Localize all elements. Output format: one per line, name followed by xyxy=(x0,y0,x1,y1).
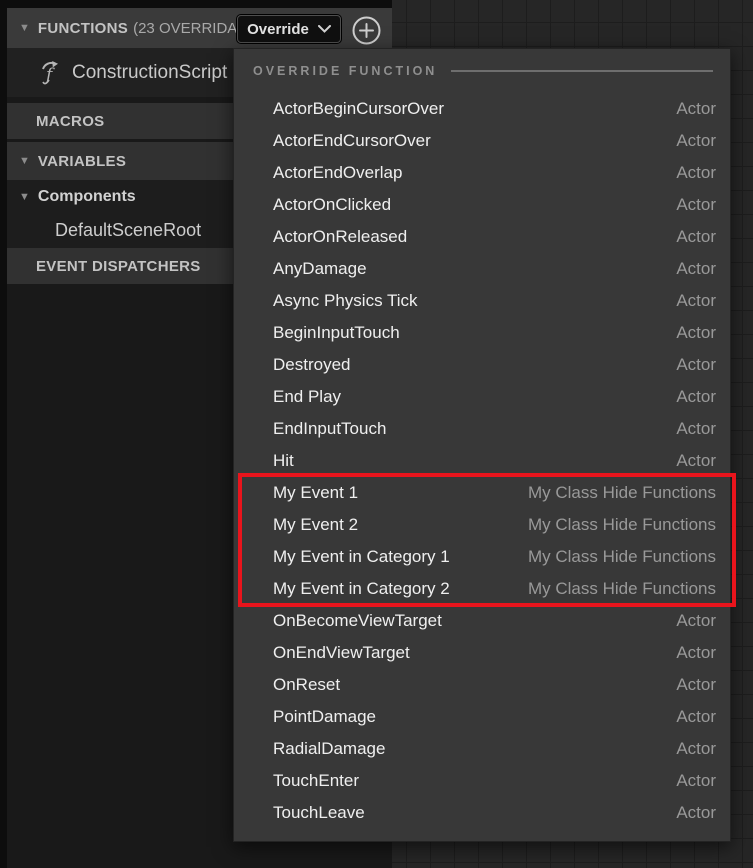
function-owner-class: Actor xyxy=(676,739,716,759)
override-function-item[interactable]: Destroyed Actor xyxy=(234,349,730,381)
function-name: ActorEndOverlap xyxy=(273,163,676,183)
override-function-item[interactable]: EndInputTouch Actor xyxy=(234,413,730,445)
function-name: ActorBeginCursorOver xyxy=(273,99,676,119)
function-name: My Event in Category 1 xyxy=(273,547,528,567)
header-rule xyxy=(451,70,713,72)
chevron-down-icon: ▼ xyxy=(19,156,30,167)
override-button-label: Override xyxy=(247,21,309,38)
function-owner-class: Actor xyxy=(676,451,716,471)
override-function-item[interactable]: ActorOnClicked Actor xyxy=(234,189,730,221)
functions-header-title: FUNCTIONS xyxy=(38,20,128,37)
components-category-label: Components xyxy=(38,188,136,206)
override-function-item[interactable]: My Event in Category 1 My Class Hide Fun… xyxy=(234,541,730,573)
function-owner-class: Actor xyxy=(676,643,716,663)
override-function-item[interactable]: BeginInputTouch Actor xyxy=(234,317,730,349)
function-name: OnEndViewTarget xyxy=(273,643,676,663)
function-name: Hit xyxy=(273,451,676,471)
override-function-item[interactable]: My Event in Category 2 My Class Hide Fun… xyxy=(234,573,730,605)
functions-overridable-count: (23 OVERRIDABLE) xyxy=(133,20,236,37)
override-function-item[interactable]: ActorEndOverlap Actor xyxy=(234,157,730,189)
override-function-item[interactable]: Hit Actor xyxy=(234,445,730,477)
function-owner-class: My Class Hide Functions xyxy=(528,515,716,535)
override-function-item[interactable]: End Play Actor xyxy=(234,381,730,413)
override-function-item[interactable]: My Event 2 My Class Hide Functions xyxy=(234,509,730,541)
function-name: TouchEnter xyxy=(273,771,676,791)
function-owner-class: Actor xyxy=(676,803,716,823)
function-name: TouchLeave xyxy=(273,803,676,823)
macros-header-title: MACROS xyxy=(36,113,104,130)
function-name: OnReset xyxy=(273,675,676,695)
panel-edge-top xyxy=(0,0,392,8)
override-function-item[interactable]: My Event 1 My Class Hide Functions xyxy=(234,477,730,509)
add-function-button[interactable] xyxy=(351,15,382,46)
chevron-down-icon xyxy=(318,25,331,33)
function-name: ActorOnClicked xyxy=(273,195,676,215)
override-function-item[interactable]: OnReset Actor xyxy=(234,669,730,701)
override-function-item[interactable]: OnEndViewTarget Actor xyxy=(234,637,730,669)
function-name: AnyDamage xyxy=(273,259,676,279)
override-function-item[interactable]: ActorBeginCursorOver Actor xyxy=(234,93,730,125)
override-function-item[interactable]: TouchLeave Actor xyxy=(234,797,730,829)
function-owner-class: My Class Hide Functions xyxy=(528,547,716,567)
blueprint-editor-canvas: ▼ FUNCTIONS (23 OVERRIDABLE) f Construct… xyxy=(0,0,753,868)
function-owner-class: Actor xyxy=(676,163,716,183)
function-name: End Play xyxy=(273,387,676,407)
function-owner-class: My Class Hide Functions xyxy=(528,483,716,503)
function-owner-class: Actor xyxy=(676,227,716,247)
function-name: My Event in Category 2 xyxy=(273,579,528,599)
override-function-item[interactable]: Async Physics Tick Actor xyxy=(234,285,730,317)
function-name: RadialDamage xyxy=(273,739,676,759)
function-owner-class: Actor xyxy=(676,355,716,375)
override-function-item[interactable]: OnBecomeViewTarget Actor xyxy=(234,605,730,637)
override-function-menu: OVERRIDE FUNCTION ActorBeginCursorOver A… xyxy=(233,48,731,842)
function-name: My Event 1 xyxy=(273,483,528,503)
function-owner-class: Actor xyxy=(676,259,716,279)
override-function-item[interactable]: PointDamage Actor xyxy=(234,701,730,733)
override-function-item[interactable]: AnyDamage Actor xyxy=(234,253,730,285)
function-owner-class: Actor xyxy=(676,323,716,343)
function-owner-class: My Class Hide Functions xyxy=(528,579,716,599)
function-owner-class: Actor xyxy=(676,611,716,631)
function-name: BeginInputTouch xyxy=(273,323,676,343)
function-owner-class: Actor xyxy=(676,419,716,439)
function-name: Async Physics Tick xyxy=(273,291,676,311)
function-owner-class: Actor xyxy=(676,99,716,119)
override-function-item[interactable]: RadialDamage Actor xyxy=(234,733,730,765)
function-name: ActorEndCursorOver xyxy=(273,131,676,151)
override-function-list: ActorBeginCursorOver Actor ActorEndCurso… xyxy=(234,93,730,829)
function-owner-class: Actor xyxy=(676,387,716,407)
override-function-menu-title: OVERRIDE FUNCTION xyxy=(253,64,437,78)
override-dropdown-button[interactable]: Override xyxy=(236,14,342,44)
variables-header-title: VARIABLES xyxy=(38,153,126,170)
override-function-item[interactable]: ActorOnReleased Actor xyxy=(234,221,730,253)
function-name: PointDamage xyxy=(273,707,676,727)
override-function-item[interactable]: TouchEnter Actor xyxy=(234,765,730,797)
function-owner-class: Actor xyxy=(676,675,716,695)
plus-circle-icon xyxy=(351,15,382,46)
event-dispatchers-header-title: EVENT DISPATCHERS xyxy=(36,258,201,275)
function-owner-class: Actor xyxy=(676,291,716,311)
override-function-menu-header: OVERRIDE FUNCTION xyxy=(234,49,730,93)
chevron-down-icon: ▼ xyxy=(19,23,30,34)
function-name: OnBecomeViewTarget xyxy=(273,611,676,631)
svg-text:f: f xyxy=(44,65,55,85)
function-owner-class: Actor xyxy=(676,707,716,727)
function-name: Destroyed xyxy=(273,355,676,375)
function-name: ActorOnReleased xyxy=(273,227,676,247)
default-scene-root-label: DefaultSceneRoot xyxy=(55,220,201,241)
function-name: My Event 2 xyxy=(273,515,528,535)
function-owner-class: Actor xyxy=(676,131,716,151)
chevron-down-icon: ▼ xyxy=(19,192,30,203)
panel-edge-left xyxy=(0,0,7,868)
functions-header-text: ▼ FUNCTIONS (23 OVERRIDABLE) xyxy=(7,20,236,37)
function-icon: f xyxy=(40,60,64,86)
function-name: EndInputTouch xyxy=(273,419,676,439)
override-function-item[interactable]: ActorEndCursorOver Actor xyxy=(234,125,730,157)
construction-script-label: ConstructionScript xyxy=(72,62,227,84)
function-owner-class: Actor xyxy=(676,771,716,791)
function-owner-class: Actor xyxy=(676,195,716,215)
